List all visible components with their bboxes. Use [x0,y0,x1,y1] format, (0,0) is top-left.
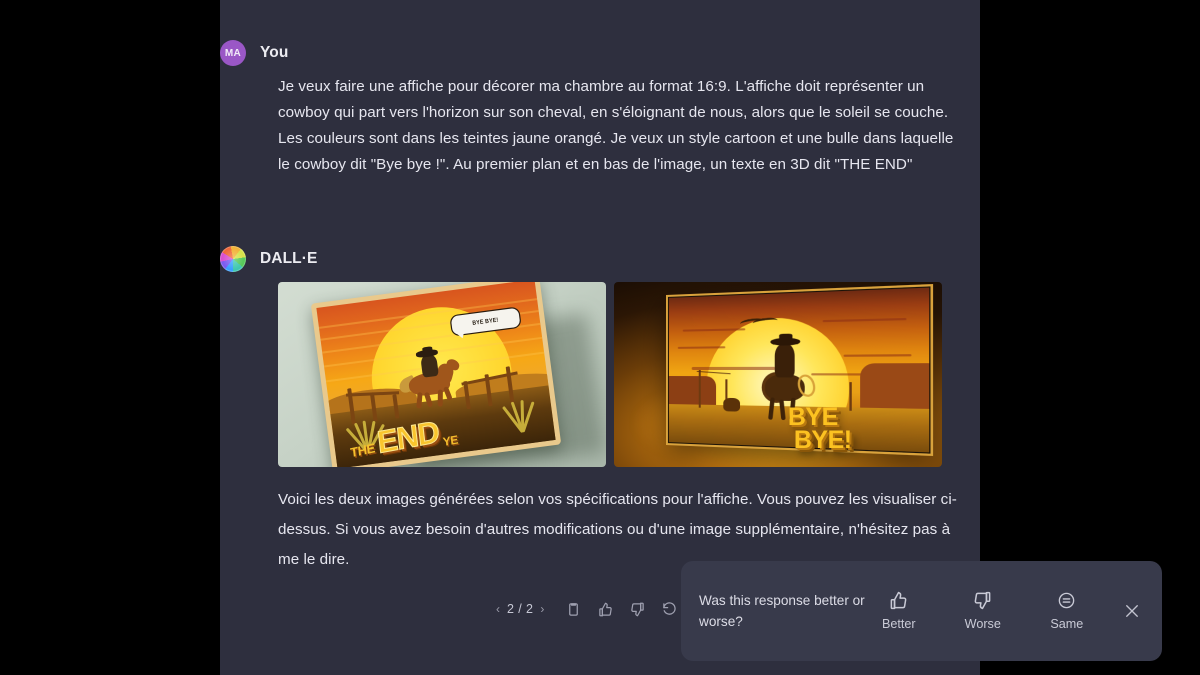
the-end-tail: YE [441,431,459,449]
generated-image-2[interactable]: BYE BYE! [614,282,942,467]
next-response-button[interactable]: › [540,603,544,615]
response-pager: ‹ 2 / 2 › [496,602,544,616]
thumbs-down-icon[interactable] [626,598,648,620]
the-end-the: THE [349,439,376,460]
copy-icon[interactable] [562,598,584,620]
poster-artwork: BYE BYE! THE END YE [315,282,555,467]
page-indicator: 2 / 2 [507,602,534,616]
prev-response-button[interactable]: ‹ [496,603,500,615]
feedback-question: Was this response better or worse? [699,593,865,629]
assistant-message-header: DALL·E [220,246,980,272]
poster-frame: BYE BYE! THE END YE [310,282,561,467]
feedback-worse-label: Worse [964,617,1001,631]
thumbs-down-icon [973,591,992,610]
thumbs-up-icon[interactable] [594,598,616,620]
user-message-header: MA You [220,40,980,66]
message-sender-name: DALL·E [260,250,318,267]
cowboy-on-horse [393,343,466,413]
message-actions-toolbar: ‹ 2 / 2 › [496,598,680,620]
avatar: MA [220,40,246,66]
screen: MA You Je veux faire une affiche pour dé… [0,0,1200,675]
generated-image-1[interactable]: BYE BYE! THE END YE [278,282,606,467]
mesa-left [669,375,717,409]
feedback-panel: Was this response better or worse? Bette… [681,561,1162,661]
feedback-same-button[interactable]: Same [1043,591,1091,631]
feedback-worse-button[interactable]: Worse [959,591,1007,631]
message-sender-name: You [260,44,289,61]
speech-bubble-text: BYE BYE! [471,316,499,327]
distant-rider [723,398,741,412]
chat-panel: MA You Je veux faire une affiche pour dé… [220,0,1162,675]
regenerate-icon[interactable] [658,598,680,620]
avatar-initials: MA [224,47,242,59]
equals-circle-icon [1057,591,1076,610]
assistant-message: DALL·E BYE BYE! THE END YE BYE BYE! Voic… [220,246,980,575]
feedback-better-button[interactable]: Better [875,591,923,631]
feedback-better-label: Better [881,617,916,631]
thumbs-up-icon [889,591,908,610]
dalle-color-wheel-icon [220,246,246,272]
bye-bye-3d-text: BYE BYE! [788,405,932,455]
close-icon[interactable] [1121,598,1144,624]
generated-images: BYE BYE! THE END YE BYE BYE! [278,282,942,467]
user-message: MA You Je veux faire une affiche pour dé… [220,40,980,178]
bye-bye-line-2: BYE! [793,426,852,455]
user-message-text: Je veux faire une affiche pour décorer m… [278,78,954,173]
feedback-same-label: Same [1050,617,1084,631]
feedback-actions: Better Worse Same [875,591,1091,631]
